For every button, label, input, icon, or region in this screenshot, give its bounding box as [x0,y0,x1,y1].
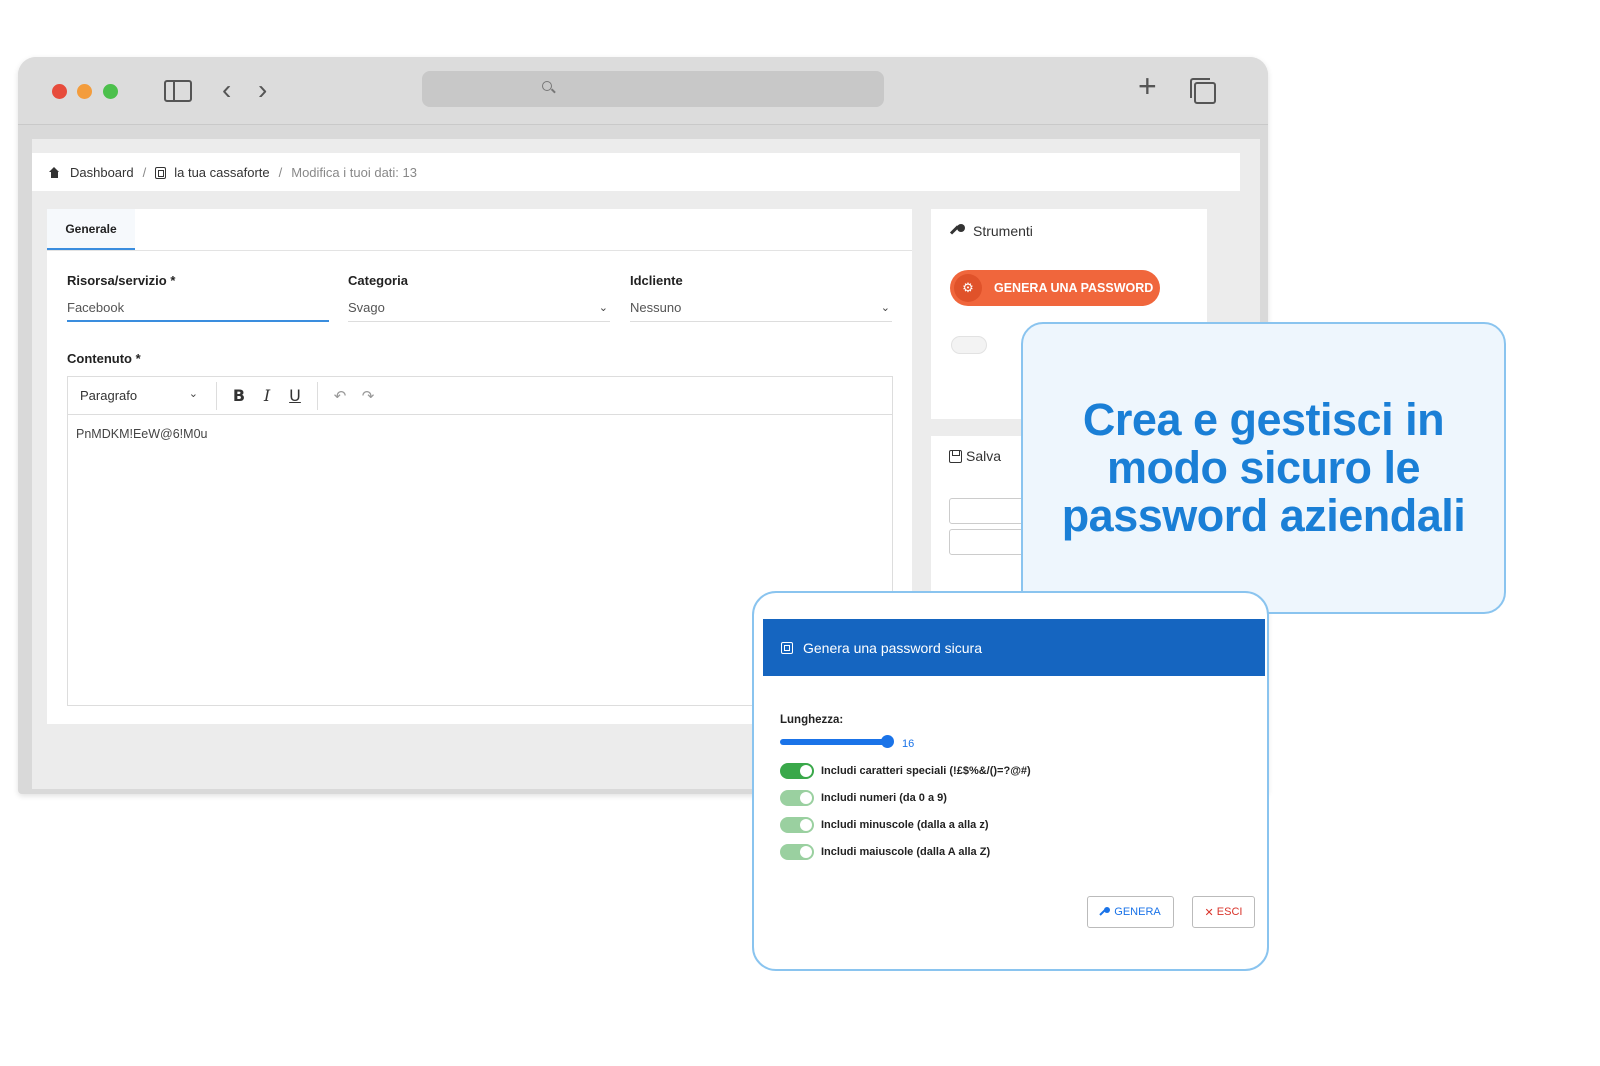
save-action-button[interactable] [949,529,1029,555]
tab-divider [47,250,912,251]
option-special-chars: Includi caratteri speciali (!£$%&/()=?@#… [780,763,1031,779]
tab-general[interactable]: Generale [47,209,135,251]
back-icon[interactable]: ‹ [222,76,231,104]
option-label: Includi minuscole (dalla a alla z) [821,819,989,831]
breadcrumb: Dashboard / la tua cassaforte / Modifica… [32,153,1240,191]
lowercase-toggle[interactable] [780,817,814,833]
redo-icon[interactable]: ↷ [354,387,382,405]
safe-icon [155,167,167,179]
category-label: Categoria [348,273,408,288]
key-icon [1100,907,1111,917]
dialog-header: Genera una password sicura [763,619,1265,676]
chevron-down-icon: ⌄ [880,302,890,314]
house-icon [48,166,60,178]
breadcrumb-vault[interactable]: la tua cassaforte [174,165,269,180]
category-select[interactable]: Svago ⌄ [348,294,610,322]
length-slider[interactable] [780,735,894,748]
editor-content[interactable]: PnMDKM!EeW@6!M0u [68,415,892,453]
search-icon [542,81,552,91]
address-bar[interactable] [422,71,884,107]
generate-password-label: GENERA UNA PASSWORD [994,281,1154,295]
option-label: Includi maiuscole (dalla A alla Z) [821,846,991,858]
bold-button[interactable]: B [225,386,253,405]
tabs-icon[interactable] [1190,78,1216,104]
length-label: Lunghezza: [780,714,844,726]
exit-button[interactable]: ✕ ESCI [1192,896,1255,928]
paragraph-format-value: Paragrafo [80,388,138,403]
length-slider-fill [780,739,888,745]
wrench-icon [951,224,965,238]
password-generator-dialog: Genera una password sicura Lunghezza: 16… [752,591,1269,971]
toolbar-divider [216,381,217,410]
category-select-value: Svago [348,300,385,315]
tools-title-text: Strumenti [973,223,1033,239]
promo-callout: Crea e gestisci in modo sicuro le passwo… [1021,322,1506,614]
floppy-icon [949,449,962,463]
password-gen-icon: ⚙ [954,274,982,302]
option-label: Includi caratteri speciali (!£$%&/()=?@#… [821,765,1031,777]
breadcrumb-separator: / [142,164,147,180]
breadcrumb-current: Modifica i tuoi dati: 13 [291,164,417,180]
breadcrumb-separator: / [278,164,283,180]
plus-icon[interactable]: + [1138,70,1157,102]
undo-icon[interactable]: ↶ [326,387,354,405]
editor-toolbar: Paragrafo ⌄ B I U ↶ ↷ [68,377,892,415]
client-select[interactable]: Nessuno ⌄ [630,294,892,322]
numbers-toggle[interactable] [780,790,814,806]
italic-button[interactable]: I [253,386,281,405]
tools-title: Strumenti [951,223,1033,239]
length-value: 16 [902,738,915,750]
uppercase-toggle[interactable] [780,844,814,860]
option-label: Includi numeri (da 0 a 9) [821,792,947,804]
chevron-down-icon: ⌄ [598,302,608,314]
option-lowercase: Includi minuscole (dalla a alla z) [780,817,989,833]
generate-password-button[interactable]: ⚙ GENERA UNA PASSWORD [950,270,1160,306]
exit-button-label: ESCI [1216,906,1243,918]
sidebar-toggle-icon[interactable] [164,80,192,102]
client-select-value: Nessuno [630,300,682,315]
close-window-button[interactable] [52,84,67,99]
dialog-title: Genera una password sicura [803,639,982,656]
promo-headline: Crea e gestisci in modo sicuro le passwo… [1061,394,1466,541]
minimize-window-button[interactable] [77,84,92,99]
underline-button[interactable]: U [281,386,309,405]
special-chars-toggle[interactable] [780,763,814,779]
generate-button[interactable]: GENERA [1087,896,1174,928]
option-numbers: Includi numeri (da 0 a 9) [780,790,947,806]
save-action-button[interactable] [949,498,1029,524]
resource-input[interactable]: Facebook [67,294,329,322]
breadcrumb-dashboard[interactable]: Dashboard [70,165,134,180]
option-uppercase: Includi maiuscole (dalla A alla Z) [780,844,990,860]
maximize-window-button[interactable] [103,84,118,99]
browser-titlebar: ‹ › + [18,57,1268,125]
client-label: Idcliente [630,273,683,288]
length-slider-handle[interactable] [881,735,894,748]
chevron-down-icon: ⌄ [188,388,198,400]
forward-icon[interactable]: › [258,76,267,104]
x-icon: ✕ [1204,906,1214,919]
save-title-text: Salva [966,448,1002,464]
safe-icon [781,641,793,654]
paragraph-format-select[interactable]: Paragrafo ⌄ [80,388,208,403]
tool-toggle[interactable] [951,336,987,354]
save-title: Salva [949,448,1001,464]
generate-button-label: GENERA [1114,906,1161,918]
resource-label: Risorsa/servizio * [67,273,176,288]
content-label: Contenuto * [67,351,141,366]
toolbar-divider [317,381,318,410]
